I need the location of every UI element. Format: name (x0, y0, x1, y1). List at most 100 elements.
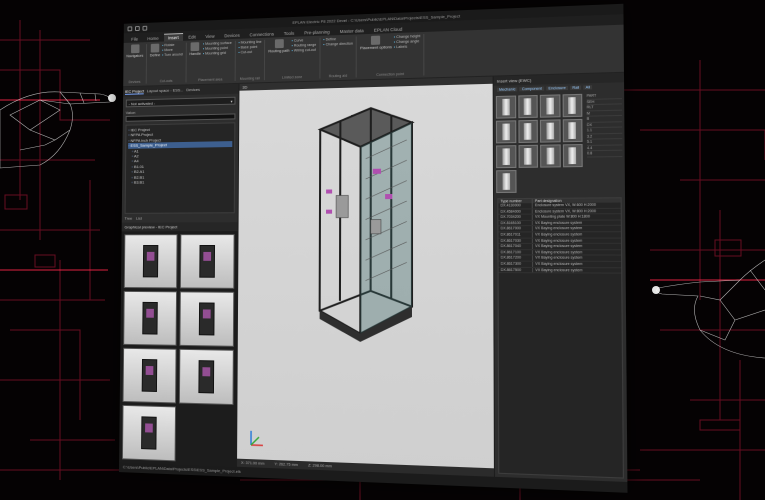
ribbon-small-button[interactable]: Move (162, 48, 183, 53)
table-cell: VX Baying enclosure system (533, 262, 585, 267)
ribbon-button[interactable]: Navigators (126, 44, 143, 58)
preview-thumbnail[interactable] (122, 405, 176, 461)
part-thumbnail[interactable] (562, 94, 582, 117)
ribbon-small-buttons: Mounting surfaceMounting pointMounting g… (203, 41, 232, 56)
parts-gallery: PART SEH RLT M B DX 1.1 3.2 5.1 4.4 0.8 (494, 91, 625, 195)
part-thumbnail[interactable] (496, 120, 516, 143)
part-thumbnail[interactable] (496, 145, 516, 168)
table-row[interactable]: DX.8617500 VX Baying enclosure system (499, 267, 622, 273)
right-wireframe-hand (640, 250, 765, 360)
table-cell: VX Baying enclosure system (533, 268, 585, 273)
tab-pre-planning[interactable]: Pre-planning (300, 28, 333, 36)
table-cell: DX.8617300 (499, 262, 534, 267)
ribbon-small-button[interactable]: Labels (394, 44, 420, 49)
ribbon-group-items: HandleMounting surfaceMounting pointMoun… (189, 41, 231, 56)
part-thumbnail[interactable] (518, 145, 538, 168)
table-cell: VX Baying enclosure system (533, 256, 585, 261)
ribbon-button-label: Routing path (268, 49, 289, 54)
ribbon-small-button[interactable]: Cut-out (238, 50, 261, 55)
ribbon-group-items: Placement optionsChange heightChange ang… (360, 34, 420, 50)
filter-button[interactable]: All (583, 85, 592, 89)
table-cell: VX Baying enclosure system (533, 226, 585, 231)
enclosure-3d-model[interactable] (299, 97, 433, 343)
preview-thumbnail[interactable] (180, 234, 235, 289)
save-icon[interactable] (128, 26, 133, 31)
ribbon-button[interactable]: Handle (189, 42, 201, 56)
tab-view[interactable]: View (201, 33, 218, 40)
preview-thumbnail[interactable] (124, 234, 178, 288)
tab-file[interactable]: File (127, 36, 141, 43)
ribbon-small-button[interactable]: Mounting grid (203, 51, 232, 56)
tab-list[interactable]: List (136, 216, 142, 221)
part-thumbnail[interactable] (540, 144, 560, 167)
ribbon-small-buttons: Change heightChange angleLabels (394, 34, 420, 49)
ribbon-small-button[interactable]: Turn around (162, 52, 183, 57)
preview-thumbnail[interactable] (179, 349, 234, 405)
tool-icon (151, 44, 160, 53)
tab-devices[interactable]: Devices (220, 32, 243, 40)
table-cell: Enclosure system VX, W:800 H:2000 (533, 209, 598, 214)
value-input[interactable] (126, 113, 236, 121)
panel-tab[interactable]: Layout space - ESS... (147, 87, 184, 94)
panel-tab[interactable]: Devices (186, 87, 200, 93)
filter-button[interactable]: Component (520, 87, 544, 92)
table-cell: DX.4130000 (498, 203, 532, 208)
list-item: 0.8 (587, 151, 622, 157)
tab-home[interactable]: Home (144, 35, 163, 42)
tree-node[interactable]: B3.B1 (128, 179, 232, 185)
app-window: EPLAN Electric P8 2022 Devel - C:\Users\… (119, 4, 627, 493)
tab-connections[interactable]: Connections (246, 30, 278, 38)
table-cell: VX Baying enclosure system (533, 250, 585, 255)
ribbon-small-button[interactable]: Change direction (323, 42, 353, 47)
coordinate-readout: Y: 262.75 mm (274, 462, 298, 467)
part-thumbnail[interactable] (540, 119, 560, 142)
table-cell: DX.8617100 (499, 250, 534, 255)
ribbon-group: DefineRotateMoveTurn around Cut-outs (150, 43, 187, 84)
part-thumbnail[interactable] (518, 120, 538, 143)
filter-button[interactable]: Rail (570, 86, 581, 90)
tab-insert[interactable]: Insert (164, 33, 182, 41)
ribbon-small-button[interactable]: Rotate (162, 43, 183, 48)
part-thumbnail[interactable] (496, 96, 516, 119)
tab-edit[interactable]: Edit (184, 33, 199, 40)
tab-tree[interactable]: Tree (125, 216, 133, 221)
workspace: IEC Project Layout space - ESS... Devices … (119, 73, 627, 482)
part-empty-slot (540, 169, 560, 192)
part-thumbnail[interactable] (540, 94, 560, 117)
ribbon-button[interactable]: Placement options (360, 35, 392, 50)
ribbon-group-label: Limited zone (268, 75, 316, 80)
ribbon-small-button[interactable]: Wiring cut-out (292, 48, 317, 53)
table-cell: VX Baying enclosure system (533, 220, 585, 225)
ribbon-button[interactable]: Define (150, 44, 160, 58)
table-cell: DX.4584000 (498, 209, 532, 214)
table-cell: DX.8617000 (498, 227, 532, 232)
preview-thumbnail[interactable] (179, 291, 234, 346)
part-thumbnail[interactable] (562, 119, 582, 142)
part-table: Type number Part designation DX.4130000 E… (497, 197, 624, 478)
tab-eplan-cloud[interactable]: EPLAN Cloud (370, 26, 407, 34)
filter-button[interactable]: Mechanic (497, 87, 518, 92)
redo-icon[interactable] (143, 25, 148, 30)
ribbon-group-label: Cut-outs (150, 79, 183, 84)
undo-icon[interactable] (135, 26, 140, 31)
filter-button[interactable]: Enclosure (546, 86, 568, 91)
tab-master-data[interactable]: Master data (336, 27, 368, 35)
panel-tab[interactable]: IEC Project (125, 89, 144, 95)
3d-viewport[interactable]: 3D X: 371.00 mm Y: 262.75 mm Z: 298.00 m… (237, 77, 495, 477)
ribbon-button[interactable]: Routing path (268, 39, 289, 54)
ribbon-button-label: Handle (189, 52, 201, 56)
parts-thumbnail-grid (494, 92, 585, 195)
part-thumbnail[interactable] (496, 170, 516, 193)
ribbon-group: Placement optionsChange heightChange ang… (360, 34, 425, 77)
table-cell: VX Baying enclosure system (533, 232, 585, 237)
preview-thumbnail[interactable] (123, 348, 177, 404)
tab-tools[interactable]: Tools (280, 30, 298, 38)
preview-thumbnail[interactable] (123, 291, 177, 346)
filter-dropdown[interactable]: - Not activated - ▾ (126, 97, 236, 108)
table-cell: DX.8165100 (498, 221, 532, 226)
ribbon-small-buttons: RotateMoveTurn around (162, 43, 183, 57)
part-thumbnail[interactable] (562, 144, 582, 167)
part-empty-slot (562, 169, 582, 192)
ribbon-group-label: Connection point (360, 72, 420, 78)
part-thumbnail[interactable] (518, 95, 538, 118)
